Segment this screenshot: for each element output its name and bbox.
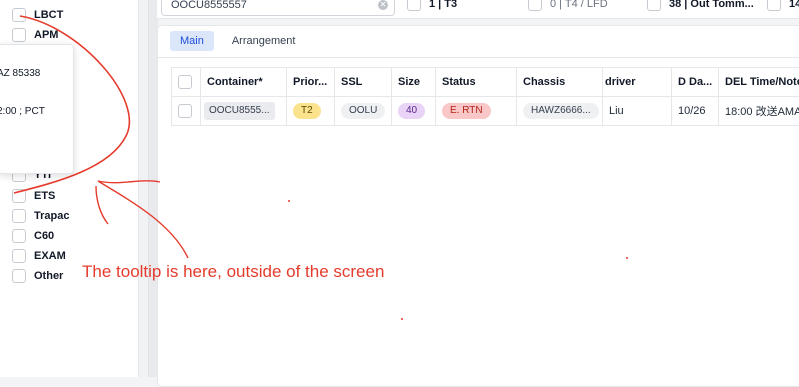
size-badge: 40 (398, 103, 426, 119)
col-del-time-note[interactable]: DEL Time/Note (718, 68, 799, 96)
cell-size[interactable]: 40 (391, 97, 435, 125)
main-card: Main Arrangement Container* Prior... SSL… (157, 25, 799, 387)
cell-status[interactable]: E. RTN (435, 97, 516, 125)
table-row[interactable]: OOCU8555... T2 OOLU 40 E. RTN HAWZ6666..… (172, 97, 799, 126)
filter-trapac[interactable]: Trapac (12, 209, 69, 223)
filter-label: LBCT (34, 9, 64, 21)
stat-t4-lfd-checkbox[interactable] (528, 0, 542, 11)
col-size[interactable]: Size (391, 68, 435, 96)
filter-lbct-checkbox[interactable] (12, 8, 26, 22)
filter-label: EXAM (34, 250, 66, 262)
filter-label: Trapac (34, 210, 70, 222)
cell-chassis[interactable]: HAWZ6666... (516, 97, 602, 125)
col-driver[interactable]: driver (602, 68, 671, 96)
del-note-value: 18:00 改送AMA (725, 106, 799, 118)
filter-label: APM (34, 29, 59, 41)
d-date-value: 10/26 (678, 105, 706, 117)
select-all-checkbox[interactable] (178, 75, 192, 89)
clear-search-icon[interactable]: ✕ (378, 0, 388, 10)
filter-other[interactable]: Other (12, 269, 63, 283)
tab-main[interactable]: Main (170, 31, 214, 51)
stat-t4-lfd[interactable]: 0 | T4 / LFD (528, 0, 608, 11)
annotation-caption: The tooltip is here, outside of the scre… (82, 262, 385, 281)
view-tabs: Main Arrangement (170, 31, 305, 51)
stat-extra-checkbox[interactable] (767, 0, 781, 11)
tooltip-line-1: AZ 85338 (0, 68, 41, 79)
row-checkbox[interactable] (178, 104, 192, 118)
filter-ets[interactable]: ETS (12, 189, 55, 203)
tooltip-line-2: 2:00 ; PCT (0, 106, 45, 117)
priority-badge: T2 (293, 103, 321, 119)
stat-out-tomorrow-checkbox[interactable] (647, 0, 661, 11)
cell-container[interactable]: OOCU8555... (200, 97, 286, 125)
filter-apm[interactable]: APM (12, 28, 58, 42)
stat-extra[interactable]: 14 (767, 0, 799, 11)
stat-label: 0 | T4 / LFD (550, 0, 608, 10)
tab-divider (158, 57, 799, 58)
filter-label: C60 (34, 230, 55, 242)
col-chassis[interactable]: Chassis (516, 68, 602, 96)
col-ssl[interactable]: SSL (334, 68, 391, 96)
container-search-input[interactable]: OOCU8555557 ✕ (161, 0, 395, 16)
cell-d-date[interactable]: 10/26 (671, 97, 718, 125)
filter-other-checkbox[interactable] (12, 269, 26, 283)
tab-arrangement[interactable]: Arrangement (222, 31, 306, 51)
terminal-filter-panel: LBCT APM YTI ETS Trapac C60 EXAM Other A… (0, 0, 139, 377)
stat-out-tomorrow[interactable]: 38 | Out Tomm... (647, 0, 754, 11)
cell-driver[interactable]: Liu (602, 97, 671, 125)
col-d-date[interactable]: D Da... (671, 68, 718, 96)
stat-t3-checkbox[interactable] (407, 0, 421, 11)
filter-c60[interactable]: C60 (12, 229, 54, 243)
ssl-badge: OOLU (341, 103, 386, 119)
col-container[interactable]: Container* (200, 68, 286, 96)
filter-ets-checkbox[interactable] (12, 189, 26, 203)
filter-apm-checkbox[interactable] (12, 28, 26, 42)
cell-priority[interactable]: T2 (286, 97, 334, 125)
cell-ssl[interactable]: OOLU (334, 97, 391, 125)
filter-label: Other (34, 270, 64, 282)
stat-label: 38 | Out Tomm... (669, 0, 754, 10)
filter-exam[interactable]: EXAM (12, 249, 66, 263)
row-select-cell (172, 97, 200, 125)
filter-trapac-checkbox[interactable] (12, 209, 26, 223)
container-number: OOCU8555... (204, 102, 275, 120)
col-status[interactable]: Status (435, 68, 516, 96)
cell-del-note[interactable]: 18:00 改送AMA (718, 97, 799, 125)
filter-exam-checkbox[interactable] (12, 249, 26, 263)
table-header-row: Container* Prior... SSL Size Status Chas… (172, 68, 799, 97)
col-priority[interactable]: Prior... (286, 68, 334, 96)
panel-gutter (139, 0, 148, 377)
stat-t3[interactable]: 1 | T3 (407, 0, 457, 11)
search-value: OOCU8555557 (171, 0, 247, 11)
del-note-tooltip: AZ 85338 2:00 ; PCT (0, 44, 74, 174)
status-badge: E. RTN (442, 103, 491, 119)
filter-label: ETS (34, 190, 56, 202)
filter-lbct[interactable]: LBCT (12, 8, 63, 22)
driver-name: Liu (609, 105, 624, 117)
chassis-badge: HAWZ6666... (523, 103, 599, 119)
stat-label: 14 (789, 0, 799, 10)
stat-label: 1 | T3 (429, 0, 458, 10)
filter-c60-checkbox[interactable] (12, 229, 26, 243)
container-table: Container* Prior... SSL Size Status Chas… (171, 67, 799, 126)
select-all-cell (172, 68, 200, 96)
top-toolbar: OOCU8555557 ✕ 1 | T3 0 | T4 / LFD 38 | O… (157, 0, 799, 19)
